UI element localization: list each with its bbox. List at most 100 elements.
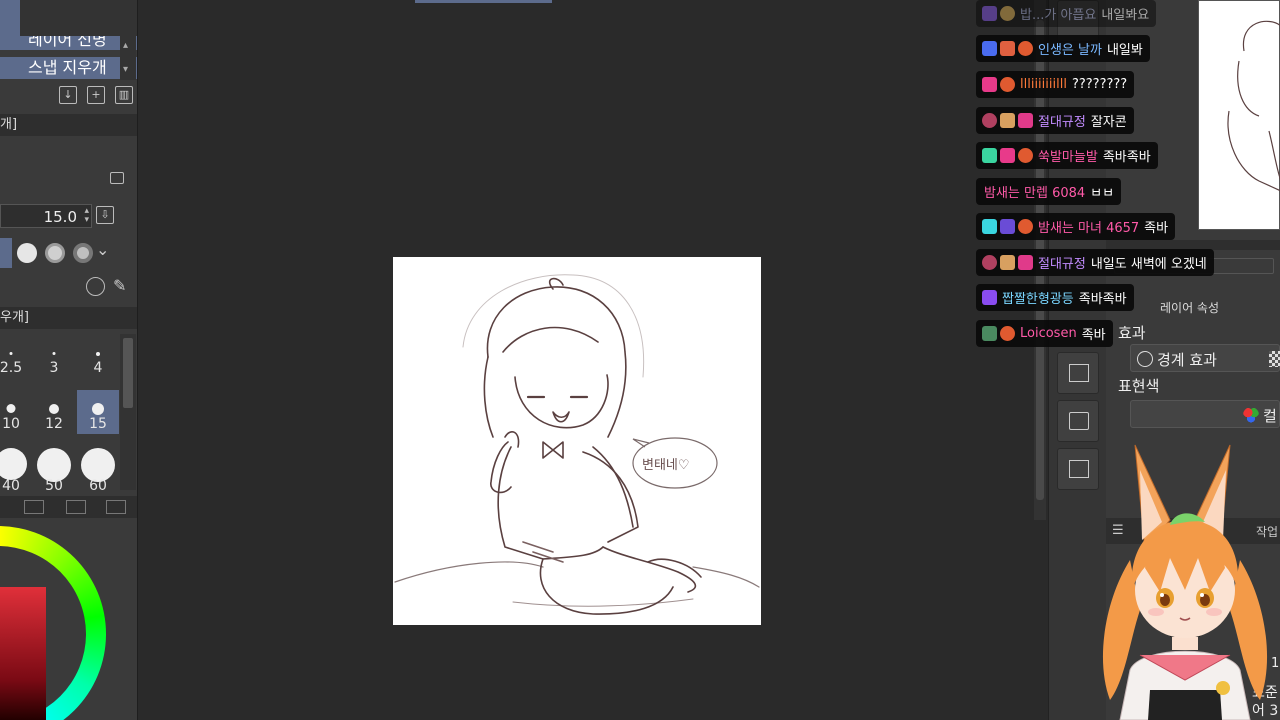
chat-text: 내일도 새벽에 오겠네 [1090, 257, 1207, 272]
chat-nick: 인생은 날까 [1038, 43, 1102, 58]
color-mode-select[interactable]: 컬 [1130, 400, 1280, 428]
chat-text: 족바족바 [1102, 150, 1151, 165]
brush-size-cell[interactable]: 2.5 [0, 334, 32, 378]
effect-section-title: 효과 [1118, 322, 1146, 343]
brush-size-field[interactable]: 15.0 ▴ ▾ [0, 204, 92, 228]
chat-message: 밤새는 마녀 4657 족바 [976, 213, 1176, 240]
navigator-thumbnail [1227, 20, 1280, 192]
chat-text: 내일봐 [1106, 43, 1143, 58]
chat-text: ㅂㅂ [1090, 186, 1115, 201]
download-icon[interactable]: ↓ [59, 86, 77, 104]
color-mode-label: 컬 [1263, 407, 1277, 425]
chat-message: llliiiiiiilll ???????? [976, 71, 1135, 98]
vtuber-avatar [1090, 440, 1280, 720]
chevron-down-icon[interactable]: ⌄ [96, 240, 109, 259]
chat-nick: 쑥발마늘발 [1038, 150, 1098, 165]
save-size-icon[interactable]: ⇩ [96, 206, 114, 224]
edit-layer-icon [1069, 364, 1089, 382]
brush-tip-medium[interactable] [45, 243, 65, 263]
snap-eraser-label: 스냅 지우개 [28, 58, 107, 77]
chat-badge-icon [1000, 41, 1015, 56]
chat-badge-icon [1000, 255, 1015, 270]
chat-nick: 밥...가 아픕요 [1020, 8, 1097, 23]
brush-size-cell[interactable]: 40 [0, 446, 32, 494]
brush-size-scrollbar[interactable] [120, 334, 136, 490]
brush-tip-soft[interactable] [73, 243, 93, 263]
brush-size-palette-title: 우개] [0, 310, 29, 325]
brush-size-cell[interactable]: 4 [77, 334, 119, 378]
chat-badge-icon [982, 290, 997, 305]
panel-top-strip [0, 0, 137, 36]
brush-tip-selected[interactable] [0, 238, 12, 268]
drawing-canvas[interactable]: 변태네♡ [393, 257, 761, 625]
wrench-icon[interactable]: ✎ [113, 276, 126, 295]
brush-size-value: 15.0 [43, 208, 77, 226]
sketch-drawing: 변태네♡ [394, 274, 760, 615]
brush-size-grid: 2.5 3 4 10 12 15 40 50 60 [0, 332, 137, 494]
navigator-preview[interactable] [1198, 0, 1280, 230]
layer-folder-button[interactable] [1057, 400, 1099, 442]
chat-nick: 절대규정 [1038, 115, 1086, 130]
screen: 레이어 선명 스냅 지우개 ▴ ▾ ↓ + ▥ 개] 15.0 ▴ ▾ ⇩ ⌄ … [0, 0, 1280, 720]
chat-badge-icon [982, 113, 997, 128]
chat-badge-icon [1018, 255, 1033, 270]
layer-sharpen-item[interactable]: 레이어 선명 [0, 36, 137, 50]
palette-tab-icon[interactable] [24, 500, 44, 514]
duplicate-icon[interactable]: + [87, 86, 105, 104]
rgb-color-icon [1243, 407, 1259, 423]
subtool-scrollbar[interactable]: ▴ ▾ [120, 36, 136, 80]
brush-size-row: 15.0 ▴ ▾ ⇩ [0, 201, 137, 231]
brush-options-row: ✎ [0, 274, 137, 300]
brush-size-cell[interactable]: 60 [77, 446, 119, 494]
brush-size-cell[interactable]: 3 [33, 334, 75, 378]
stepper-icon[interactable]: ▴ ▾ [84, 207, 89, 225]
border-effect-button[interactable]: 경계 효과 [1130, 344, 1280, 372]
chat-badge-icon [1018, 41, 1033, 56]
snap-eraser-item[interactable]: 스냅 지우개 [0, 57, 137, 79]
tab-layer-property[interactable]: 레이어 속성 [1160, 295, 1219, 321]
chat-text: 잘자콘 [1090, 115, 1127, 130]
brush-tip-row: ⌄ [0, 236, 137, 270]
chat-badge-icon [1000, 77, 1015, 92]
color-saturation-square[interactable] [0, 587, 46, 720]
chat-nick: 밤새는 만렙 6084 [984, 186, 1086, 201]
expression-color-label: 표현색 [1118, 377, 1160, 395]
palette-tab-icon[interactable] [66, 500, 86, 514]
chat-text: 족바 [1081, 328, 1106, 343]
trash-icon[interactable]: ▥ [115, 86, 133, 104]
chat-badge-icon [982, 255, 997, 270]
tool-property-title: 개] [0, 117, 18, 132]
top-scroll-indicator[interactable] [415, 0, 552, 3]
palette-tab-strip [0, 496, 137, 518]
panel-top-tab[interactable] [0, 0, 20, 36]
chat-badge-icon [982, 41, 997, 56]
chat-badge-icon [982, 77, 997, 92]
chat-message: Loicosen 족바 [976, 320, 1113, 347]
lock-icon[interactable] [110, 172, 124, 184]
new-layer-button[interactable] [1057, 352, 1099, 394]
brush-tip-hard[interactable] [17, 243, 37, 263]
circle-icon [1137, 351, 1153, 367]
palette-tab-icon[interactable] [106, 500, 126, 514]
chat-message: 짭짤한형광등 족바족바 [976, 284, 1134, 311]
chat-text: 족바 [1144, 221, 1169, 236]
chat-badge-icon [982, 326, 997, 341]
chat-nick: 밤새는 마녀 4657 [1038, 221, 1140, 236]
timer-icon[interactable] [86, 277, 105, 296]
brush-size-palette-header: 우개] [0, 307, 137, 329]
chat-message: 인생은 날까 내일봐 [976, 35, 1150, 62]
avatar-illustration [1102, 444, 1268, 720]
brush-size-cell[interactable]: 10 [0, 390, 32, 434]
brush-size-cell[interactable]: 50 [33, 446, 75, 494]
cube-icon [1069, 412, 1089, 430]
chat-text: ???????? [1071, 77, 1128, 92]
left-tool-panel: 레이어 선명 스냅 지우개 ▴ ▾ ↓ + ▥ 개] 15.0 ▴ ▾ ⇩ ⌄ … [0, 0, 138, 720]
chat-nick: llliiiiiiilll [1020, 77, 1067, 92]
chat-message: 절대규정 내일도 새벽에 오겠네 [976, 249, 1214, 276]
tab-layer-property-label: 레이어 속성 [1160, 301, 1220, 315]
layer-sharpen-label: 레이어 선명 [28, 36, 107, 49]
chat-badge-icon [982, 6, 997, 21]
brush-size-cell-selected[interactable]: 15 [77, 390, 119, 434]
brush-size-cell[interactable]: 12 [33, 390, 75, 434]
chat-badge-icon [1018, 219, 1033, 234]
